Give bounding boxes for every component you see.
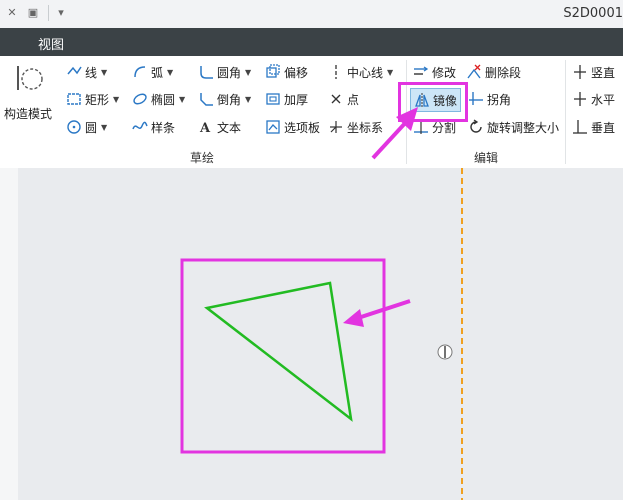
perpendicular-constraint-label: 垂直 [591,120,616,135]
left-panel [0,168,19,500]
group-label-edit: 编辑 [474,151,499,165]
circle-icon [67,120,81,134]
text-icon: A [199,121,211,135]
point-icon [331,94,341,104]
vertical-constraint-icon [574,65,586,79]
construct-mode-icon [17,66,43,90]
perpendicular-constraint-tool[interactable]: 垂直 [572,117,615,137]
toolbar-divider [48,5,49,21]
window-icon[interactable]: ▣ [26,6,40,20]
arc-icon [134,66,146,78]
modify-tool[interactable]: 修改 [413,62,456,82]
chevron-down-icon: ▼ [167,67,174,77]
coord-system-tool[interactable]: 坐标系 [328,117,383,137]
text-label: 文本 [217,120,242,135]
highlight-box [180,258,386,454]
centerline-tool[interactable]: 中心线 ▼ [328,62,393,82]
group-label-sketch: 草绘 [190,151,215,165]
construct-mode-label: 构造模式 [4,107,53,121]
spline-tool[interactable]: 样条 [132,117,175,137]
horizontal-constraint-label: 水平 [591,92,616,107]
point-label: 点 [347,92,360,107]
ellipse-label: 椭圆 [151,92,176,107]
vertical-constraint-tool[interactable]: 竖直 [572,62,615,82]
ellipse-icon [133,93,147,105]
chevron-down-icon: ▼ [387,67,394,77]
menu-bar: 视图 [0,28,623,56]
chamfer-tool[interactable]: 倒角 ▼ [198,89,251,109]
chamfer-icon [200,93,213,106]
palette-label: 选项板 [284,120,321,135]
highlight-box [398,82,468,122]
delete-segment-label: 删除段 [485,65,522,80]
sketch-canvas[interactable] [18,168,623,500]
chevron-down-icon: ▼ [179,94,186,104]
point-tool[interactable]: 点 [328,89,359,109]
chamfer-label: 倒角 [217,92,242,107]
canvas-graphics [180,168,463,500]
thicken-icon [266,93,280,105]
circle-tool[interactable]: 圆 ▼ [66,117,107,137]
coord-system-label: 坐标系 [347,120,384,135]
offset-tool[interactable]: 偏移 [265,62,308,82]
offset-icon [266,64,280,78]
text-tool[interactable]: A 文本 [198,117,241,137]
fillet-label: 圆角 [217,65,242,80]
corner-label: 拐角 [487,92,512,107]
arc-tool[interactable]: 弧 ▼ [132,62,173,82]
circle-label: 圆 [85,120,98,135]
line-icon [67,66,82,75]
horizontal-constraint-icon [574,92,586,106]
group-divider [565,60,566,164]
chevron-down-icon: ▼ [101,67,108,77]
horizontal-constraint-tool[interactable]: 水平 [572,89,615,109]
ellipse-tool[interactable]: 椭圆 ▼ [132,89,185,109]
palette-icon [266,120,280,134]
rectangle-icon [67,93,81,105]
sketch-triangle[interactable] [204,281,353,422]
rotate-resize-icon [470,119,482,133]
centerline-label: 中心线 [347,65,384,80]
line-label: 线 [85,65,98,80]
rotate-resize-tool[interactable]: 旋转调整大小 [468,117,559,137]
rectangle-tool[interactable]: 矩形 ▼ [66,89,119,109]
chevron-down-icon: ▼ [101,122,108,132]
coord-system-icon [330,121,342,133]
vertical-constraint-label: 竖直 [591,65,616,80]
title-bar: ✕ ▣ ▾ S2D0001 [0,0,623,29]
tab-view[interactable]: 视图 [38,34,64,53]
perpendicular-icon [573,120,587,134]
spline-label: 样条 [151,120,176,135]
fillet-tool[interactable]: 圆角 ▼ [198,62,251,82]
corner-tool[interactable]: 拐角 [468,89,511,109]
delete-segment-icon [467,64,481,79]
corner-icon [469,92,483,105]
fillet-icon [200,66,213,79]
quick-access-dropdown-icon[interactable]: ▾ [54,6,68,20]
construct-mode-button[interactable] [14,62,44,92]
chevron-down-icon: ▼ [245,67,252,77]
svg-text:A: A [199,121,211,135]
close-icon[interactable]: ✕ [5,6,19,20]
modify-icon [414,66,429,75]
rectangle-label: 矩形 [85,92,110,107]
delete-segment-tool[interactable]: 删除段 [466,62,521,82]
offset-label: 偏移 [284,65,309,80]
centerline-icon [335,65,337,79]
rotate-resize-label: 旋转调整大小 [487,120,560,135]
window-title: S2D0001 [563,6,623,21]
arc-label: 弧 [151,65,164,80]
modify-label: 修改 [432,65,457,80]
line-tool[interactable]: 线 ▼ [66,62,107,82]
thicken-tool[interactable]: 加厚 [265,89,308,109]
chevron-down-icon: ▼ [245,94,252,104]
thicken-label: 加厚 [284,92,309,107]
palette-tool[interactable]: 选项板 [265,117,320,137]
spline-icon [132,121,148,130]
cursor-icon [437,344,453,360]
ribbon: 构造模式 线 ▼ 矩形 ▼ 圆 ▼ 弧 ▼ 椭圆 ▼ 样条 圆角 ▼ 倒角 ▼ A 文本 [0,56,623,169]
chevron-down-icon: ▼ [113,94,120,104]
